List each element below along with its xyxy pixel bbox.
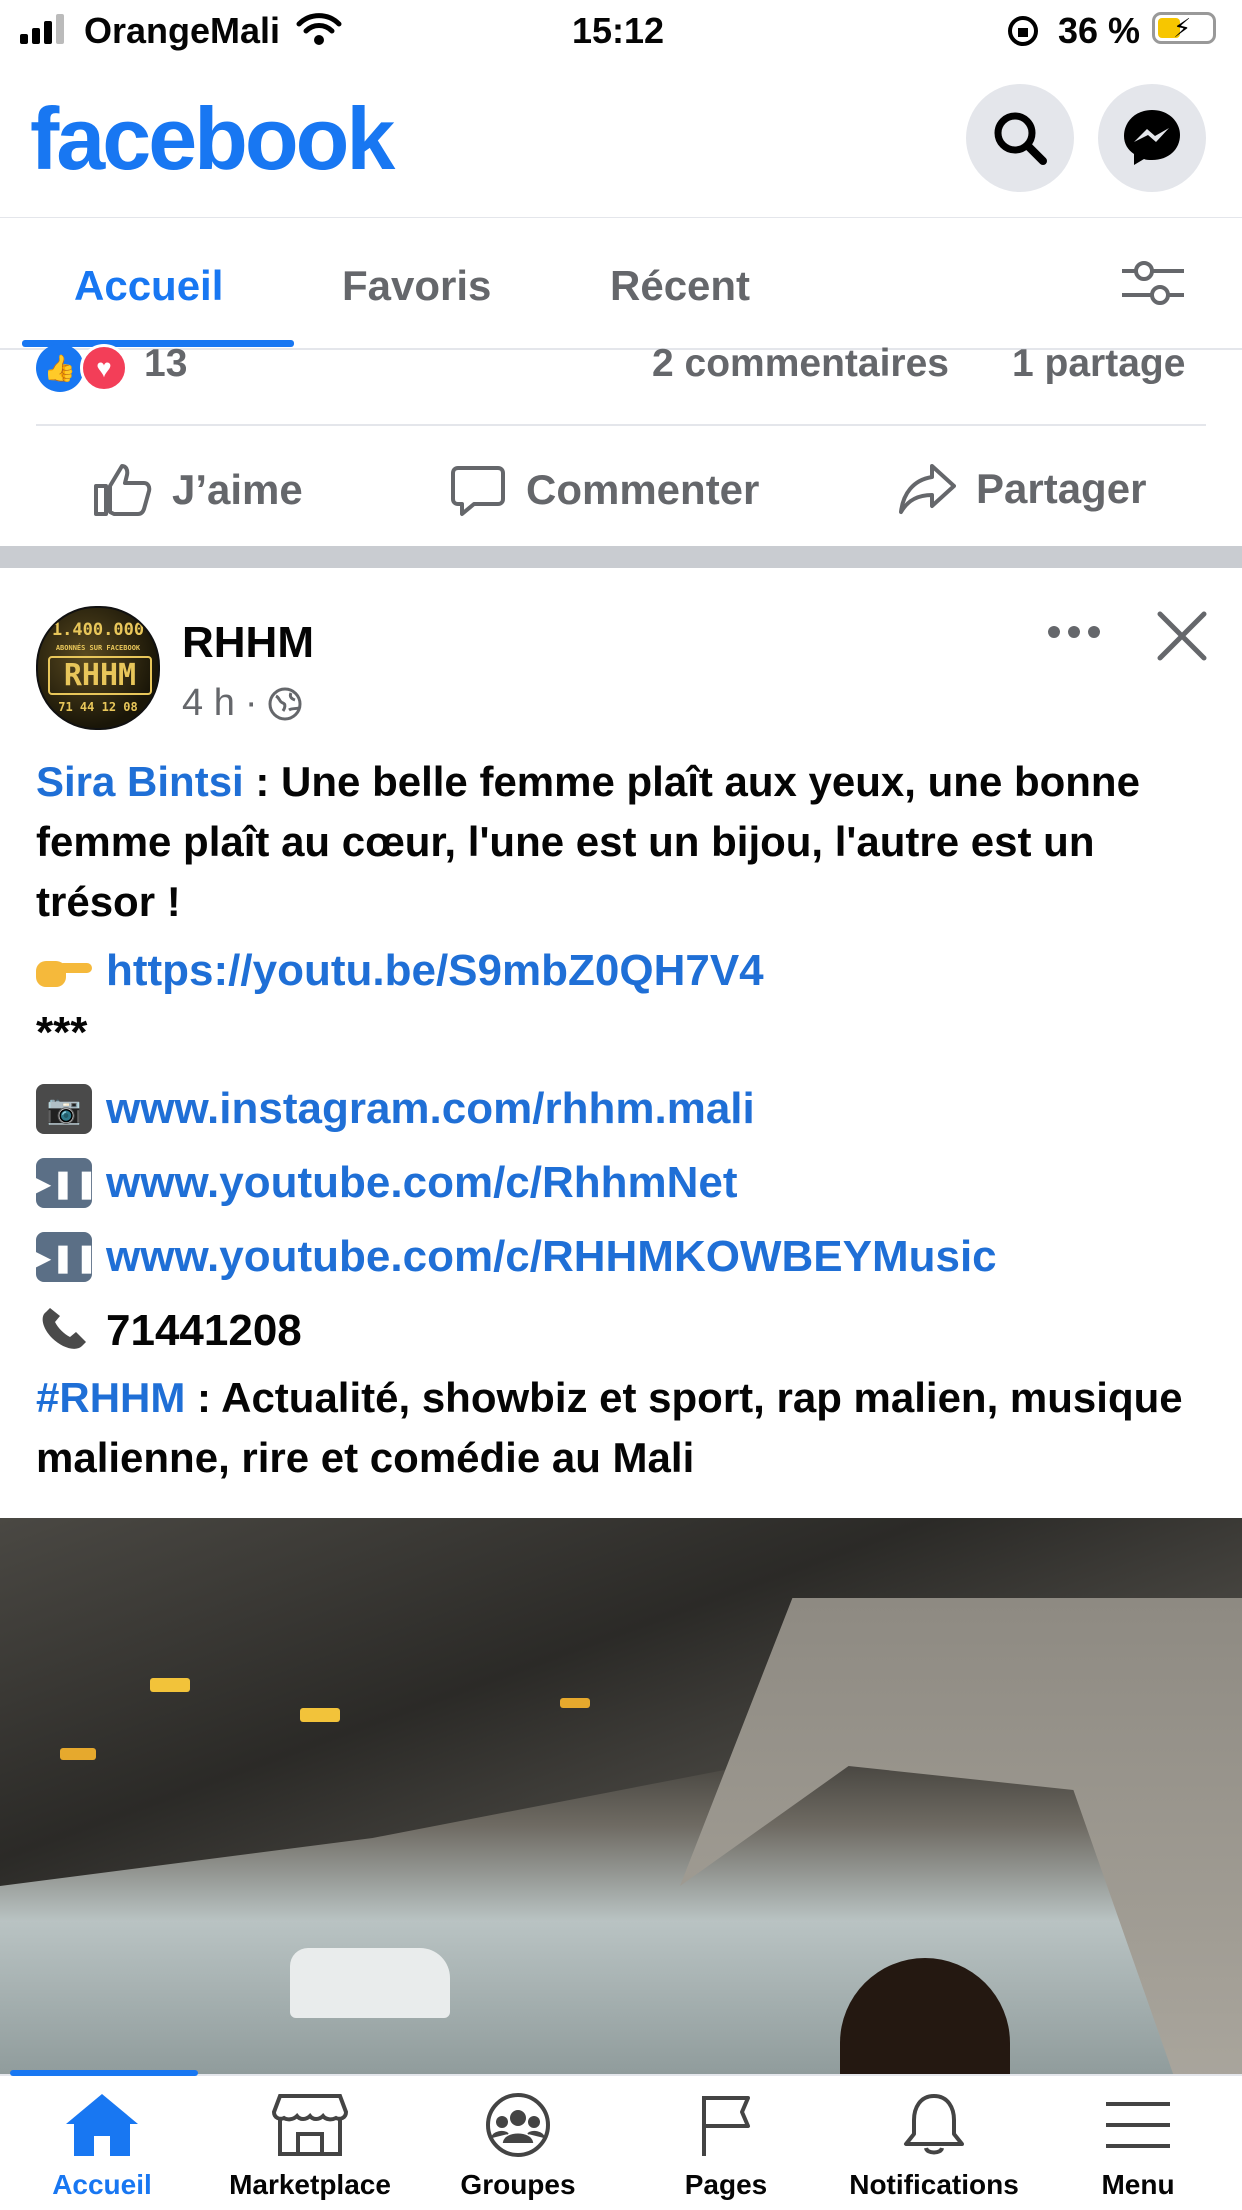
nav-notifications[interactable]: Notifications bbox=[834, 2092, 1034, 2201]
more-options-icon[interactable] bbox=[1046, 620, 1102, 644]
youtube1-line: ▶❚❚ www.youtube.com/c/RhhmNet bbox=[30, 1158, 738, 1208]
nav-label-groupes: Groupes bbox=[460, 2169, 576, 2200]
nav-label-marketplace: Marketplace bbox=[229, 2169, 391, 2200]
nav-marketplace[interactable]: Marketplace bbox=[210, 2092, 410, 2201]
share-label: Partager bbox=[976, 465, 1147, 512]
flag-icon bbox=[702, 2096, 750, 2156]
messenger-button[interactable] bbox=[1098, 84, 1206, 192]
hamburger-menu-icon bbox=[1106, 2102, 1170, 2148]
filter-settings-icon[interactable] bbox=[1120, 258, 1184, 308]
rotation-lock-icon bbox=[1008, 16, 1038, 46]
play-pause-icon: ▶❚❚ bbox=[30, 1158, 98, 1208]
feed-tabs: Accueil Favoris Récent bbox=[0, 217, 1242, 350]
search-icon bbox=[994, 112, 1047, 165]
like-button[interactable]: J’aime bbox=[92, 462, 303, 518]
meta-dot: · bbox=[244, 682, 258, 724]
youtube2-line: ▶❚❚ www.youtube.com/c/RHHMKOWBEYMusic bbox=[30, 1232, 997, 1282]
mention-link[interactable]: Sira Bintsi bbox=[36, 758, 244, 805]
close-icon[interactable] bbox=[1156, 610, 1208, 662]
bottom-nav: Accueil Marketplace Groupes Pages Notifi… bbox=[0, 2070, 1242, 2210]
play-pause-icon: ▶❚❚ bbox=[30, 1232, 98, 1282]
avatar-name: RHHM bbox=[48, 656, 152, 695]
phone-line: 71441208 bbox=[36, 1306, 302, 1356]
stars-text: *** bbox=[36, 1008, 88, 1057]
nav-label-menu: Menu bbox=[1101, 2169, 1175, 2200]
avatar-phone: 71 44 12 08 bbox=[58, 700, 138, 714]
like-reaction-icon: 👍 bbox=[36, 344, 84, 392]
battery-percent: 36 % bbox=[1058, 10, 1141, 51]
facebook-logo[interactable]: facebook bbox=[30, 88, 395, 190]
status-bar: OrangeMali 15:12 36 % ⚡ bbox=[0, 0, 1242, 62]
comment-icon bbox=[451, 466, 505, 516]
comments-count[interactable]: 2 commentaires bbox=[652, 342, 949, 386]
divider bbox=[36, 424, 1206, 426]
instagram-link[interactable]: www.instagram.com/rhhm.mali bbox=[106, 1084, 755, 1134]
messenger-icon bbox=[1124, 110, 1180, 165]
signal-icon bbox=[20, 14, 64, 44]
comment-label: Commenter bbox=[526, 466, 760, 513]
youtube-channel-link-1[interactable]: www.youtube.com/c/RhhmNet bbox=[106, 1158, 738, 1208]
love-reaction-icon: ♥ bbox=[80, 344, 128, 392]
post-author[interactable]: RHHM bbox=[182, 618, 314, 668]
tab-recent[interactable]: Récent bbox=[610, 262, 750, 310]
telephone-icon bbox=[42, 1308, 86, 1349]
carrier-name: OrangeMali bbox=[84, 10, 281, 51]
post-meta: 4 h · bbox=[182, 682, 303, 725]
share-icon bbox=[899, 464, 956, 514]
share-button[interactable]: Partager bbox=[898, 462, 1146, 516]
panel-light bbox=[150, 1678, 190, 1692]
youtube-short-link[interactable]: https://youtu.be/S9mbZ0QH7V4 bbox=[106, 946, 764, 996]
battery-icon: ⚡ bbox=[1152, 12, 1216, 44]
bell-icon bbox=[904, 2094, 964, 2155]
nav-pages[interactable]: Pages bbox=[626, 2092, 826, 2201]
reaction-count: 13 bbox=[144, 342, 188, 385]
nav-accueil[interactable]: Accueil bbox=[2, 2092, 202, 2201]
nav-label-accueil: Accueil bbox=[52, 2169, 152, 2200]
post-separator bbox=[0, 546, 1242, 568]
nav-groupes[interactable]: Groupes bbox=[418, 2092, 618, 2201]
shares-count[interactable]: 1 partage bbox=[1012, 342, 1185, 386]
post-caption: Sira Bintsi : Une belle femme plaît aux … bbox=[36, 752, 1206, 932]
like-label: J’aime bbox=[172, 466, 303, 513]
hashtag-text: #RHHM : Actualité, showbiz et sport, rap… bbox=[36, 1368, 1216, 1488]
hashtag-description: : Actualité, showbiz et sport, rap malie… bbox=[36, 1374, 1183, 1481]
nav-menu[interactable]: Menu bbox=[1038, 2092, 1238, 2201]
nav-label-pages: Pages bbox=[684, 2169, 768, 2200]
camera-flash-icon: 📷 bbox=[36, 1084, 92, 1134]
panel-light bbox=[300, 1708, 340, 1722]
avatar[interactable]: 1.400.000 ABONNÉS SUR FACEBOOK RHHM 71 4… bbox=[36, 606, 160, 730]
avatar-top-text: 1.400.000 bbox=[51, 620, 145, 640]
instagram-line: 📷 www.instagram.com/rhhm.mali bbox=[36, 1084, 755, 1134]
van-shape bbox=[290, 1948, 450, 2018]
youtube-link-line: https://youtu.be/S9mbZ0QH7V4 bbox=[36, 946, 764, 996]
marketplace-icon bbox=[271, 2094, 349, 2156]
panel-light bbox=[560, 1698, 590, 1708]
thumbs-up-icon bbox=[94, 464, 152, 516]
person-head bbox=[840, 1958, 1010, 2078]
panel-light bbox=[60, 1748, 96, 1760]
active-nav-indicator bbox=[10, 2070, 198, 2076]
stars-line: *** bbox=[36, 1008, 87, 1058]
nav-label-notifications: Notifications bbox=[849, 2169, 1019, 2200]
avatar-sub-text: ABONNÉS SUR FACEBOOK bbox=[55, 644, 141, 652]
clock: 15:12 bbox=[572, 10, 665, 51]
tab-accueil[interactable]: Accueil bbox=[74, 262, 223, 310]
wifi-icon bbox=[296, 13, 342, 45]
phone-number[interactable]: 71441208 bbox=[106, 1306, 302, 1356]
tab-favoris[interactable]: Favoris bbox=[342, 262, 491, 310]
home-icon bbox=[66, 2094, 138, 2156]
pointing-hand-icon bbox=[36, 949, 92, 993]
post-time[interactable]: 4 h bbox=[182, 682, 235, 725]
reaction-summary[interactable]: 👍 ♥ 13 2 commentaires 1 partage bbox=[36, 340, 1206, 410]
hashtag-link[interactable]: #RHHM bbox=[36, 1374, 185, 1421]
groups-icon bbox=[486, 2093, 550, 2157]
search-button[interactable] bbox=[966, 84, 1074, 192]
youtube-channel-link-2[interactable]: www.youtube.com/c/RHHMKOWBEYMusic bbox=[106, 1232, 997, 1282]
post-photo[interactable] bbox=[0, 1518, 1242, 2078]
globe-icon bbox=[268, 687, 302, 720]
comment-button[interactable]: Commenter bbox=[450, 462, 759, 518]
